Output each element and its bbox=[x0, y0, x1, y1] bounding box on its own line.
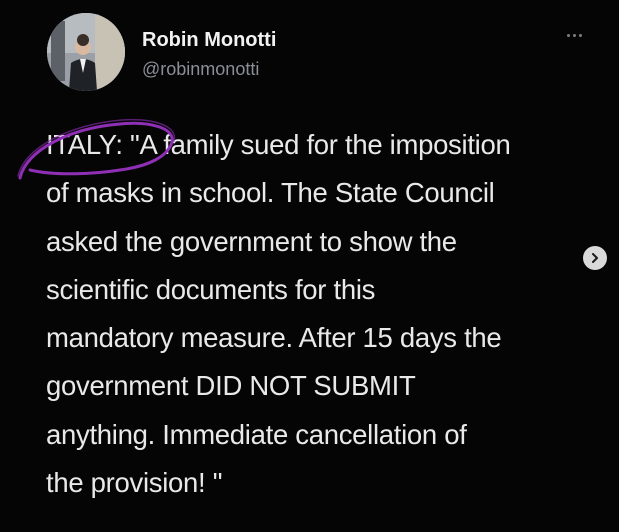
profile-photo-icon bbox=[47, 13, 125, 91]
tweet-text-line: the provision! " bbox=[46, 467, 223, 499]
next-arrow-button[interactable] bbox=[583, 246, 607, 270]
tweet-text-line: asked the government to show the bbox=[46, 225, 457, 257]
author-display-name[interactable]: Robin Monotti bbox=[142, 29, 276, 52]
tweet-text-line: mandatory measure. After 15 days the bbox=[46, 322, 502, 354]
chevron-right-icon bbox=[592, 253, 598, 263]
tweet-text-line: scientific documents for this bbox=[46, 273, 376, 305]
tweet-text-line: of masks in school. The State Council bbox=[46, 177, 495, 209]
author-avatar[interactable] bbox=[47, 13, 125, 91]
tweet-text-line: ITALY: "A family sued for the imposition bbox=[46, 129, 511, 160]
tweet-text-line: government DID NOT SUBMIT bbox=[46, 370, 416, 402]
more-dots-icon[interactable] bbox=[567, 30, 591, 40]
tweet-card: Robin Monotti @robinmonotti ITALY: "A fa… bbox=[0, 0, 619, 532]
author-handle[interactable]: @robinmonotti bbox=[142, 59, 259, 80]
tweet-text-line: anything. Immediate cancellation of bbox=[46, 418, 467, 450]
tweet-text: ITALY: "A family sued for the imposition… bbox=[46, 121, 606, 507]
